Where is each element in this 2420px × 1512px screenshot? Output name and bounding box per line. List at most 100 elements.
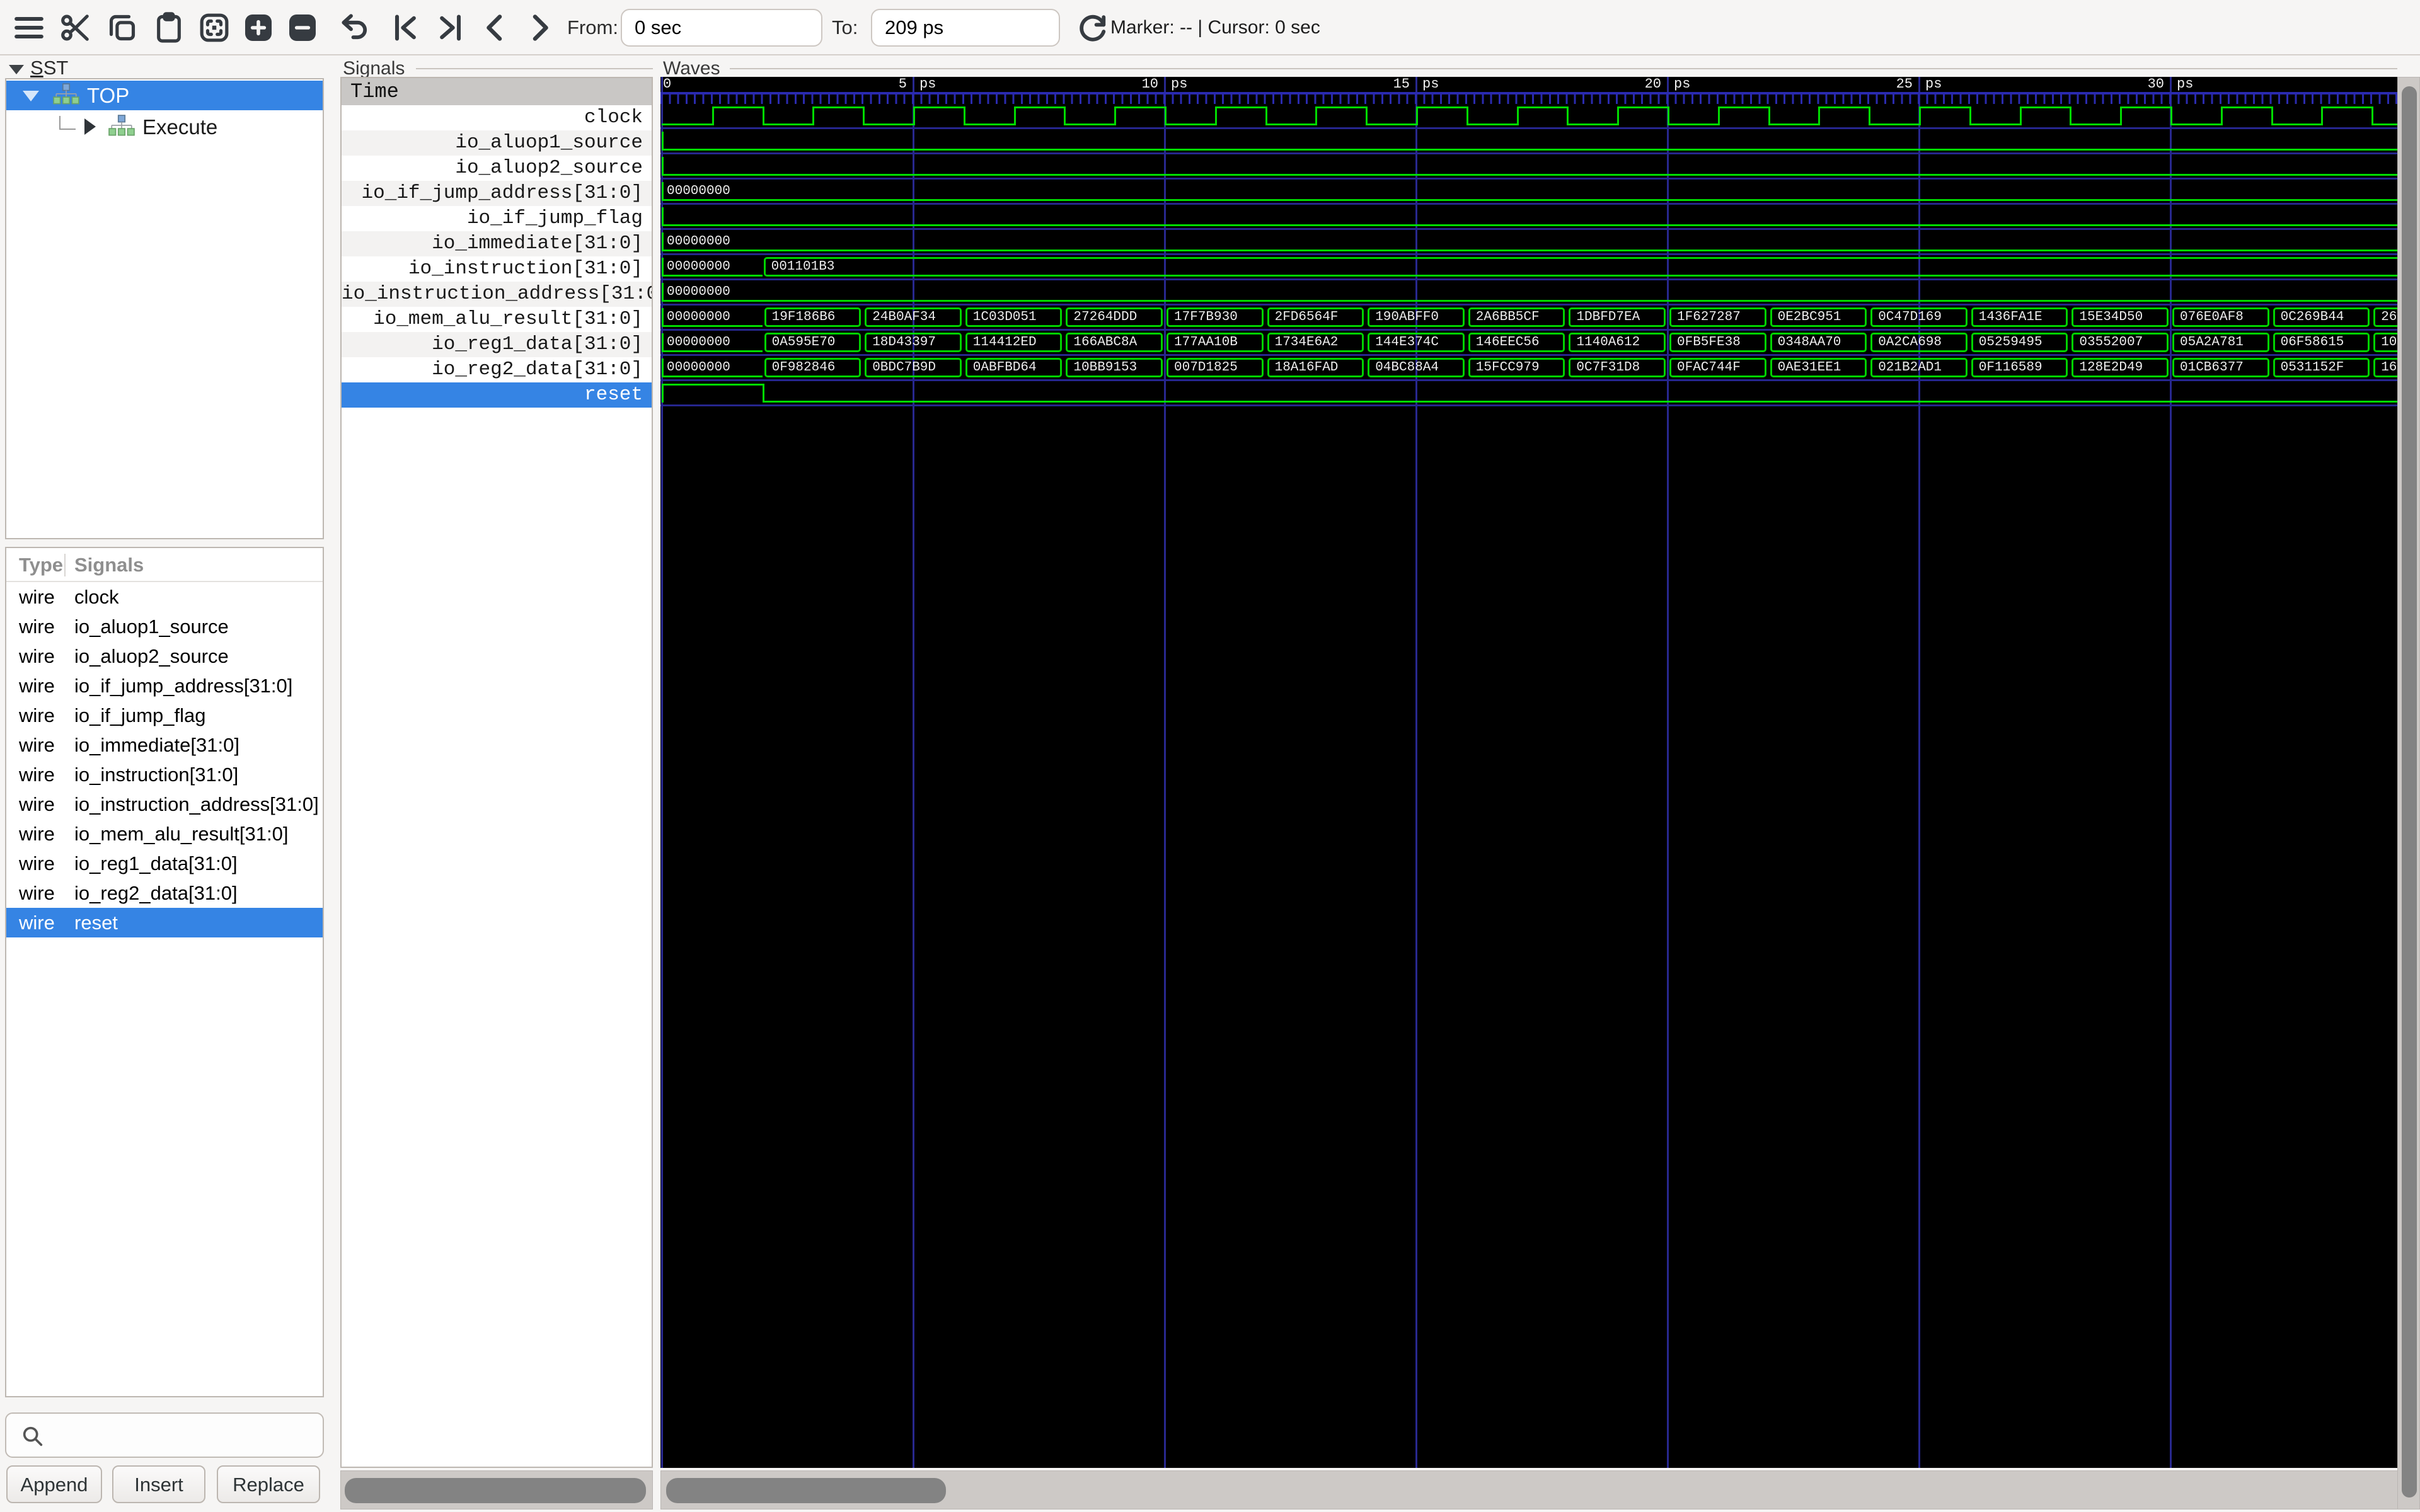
signal-name-cell: io_if_jump_flag bbox=[74, 701, 206, 730]
zoom-out-icon[interactable] bbox=[285, 10, 320, 45]
table-row[interactable]: wirereset bbox=[6, 908, 323, 937]
waves-vscrollbar-thumb[interactable] bbox=[2402, 86, 2417, 1498]
table-row[interactable]: wireio_instruction[31:0] bbox=[6, 760, 323, 789]
wave-edge bbox=[1567, 106, 1569, 125]
table-row[interactable]: wireio_if_jump_address[31:0] bbox=[6, 671, 323, 701]
signal-list-item[interactable]: io_immediate[31:0] bbox=[342, 231, 652, 256]
wave-value-box: 007D1825 bbox=[1167, 358, 1264, 377]
step-left-icon[interactable] bbox=[478, 10, 513, 45]
signal-list-item[interactable]: clock bbox=[342, 105, 652, 130]
sst-expander-icon[interactable] bbox=[9, 65, 24, 74]
signal-list-item[interactable]: io_mem_alu_result[31:0] bbox=[342, 307, 652, 332]
go-start-icon[interactable] bbox=[388, 10, 424, 45]
wave-value-text: 05A2A781 bbox=[2174, 335, 2267, 350]
wave-value-box: 0C47D169 bbox=[1870, 307, 1968, 327]
table-row[interactable]: wireio_aluop2_source bbox=[6, 641, 323, 671]
to-input[interactable] bbox=[871, 9, 1060, 47]
tree-node-label[interactable]: Execute bbox=[142, 112, 217, 142]
wave-value-box: 05259495 bbox=[1971, 333, 2068, 352]
table-row[interactable]: wireio_aluop1_source bbox=[6, 612, 323, 641]
hierarchy-icon bbox=[53, 83, 79, 109]
search-input[interactable] bbox=[52, 1415, 316, 1455]
signal-type-cell: wire bbox=[19, 671, 55, 701]
table-row[interactable]: wireio_instruction_address[31:0] bbox=[6, 789, 323, 819]
paste-icon[interactable] bbox=[151, 10, 187, 45]
wave-value-box: 1F627287 bbox=[1669, 307, 1766, 327]
zoom-fit-icon[interactable] bbox=[197, 10, 232, 45]
tree-node-label[interactable]: TOP bbox=[87, 81, 129, 110]
wave-value-box: 0C269B44 bbox=[2273, 307, 2370, 327]
column-header-signals[interactable]: Signals bbox=[74, 548, 144, 582]
wave-value-text: 01CB6377 bbox=[2174, 360, 2267, 375]
wave-edge bbox=[1366, 106, 1368, 125]
cut-icon[interactable] bbox=[58, 10, 93, 45]
signal-list-item[interactable]: io_reg1_data[31:0] bbox=[342, 332, 652, 357]
signal-name-cell: io_reg1_data[31:0] bbox=[74, 849, 238, 878]
column-divider[interactable] bbox=[64, 554, 66, 576]
signal-list-item[interactable]: io_aluop1_source bbox=[342, 130, 652, 156]
waves-hscrollbar-thumb[interactable] bbox=[666, 1478, 946, 1503]
signals-hscrollbar-track[interactable] bbox=[340, 1470, 653, 1509]
wave-edge bbox=[1064, 106, 1066, 125]
replace-button[interactable]: Replace bbox=[217, 1465, 320, 1503]
wave-row-io_if_jump_flag bbox=[660, 205, 2397, 230]
signal-list-item[interactable]: io_reg2_data[31:0] bbox=[342, 357, 652, 382]
wave-edge bbox=[2170, 106, 2172, 125]
copy-icon[interactable] bbox=[105, 10, 140, 45]
insert-button[interactable]: Insert bbox=[112, 1465, 205, 1503]
zoom-in-icon[interactable] bbox=[241, 10, 276, 45]
sst-tree: TOP Execute bbox=[5, 78, 324, 539]
time-header[interactable]: Time bbox=[342, 78, 652, 105]
signal-type-cell: wire bbox=[19, 760, 55, 789]
wave-value-text: 15E34D50 bbox=[2073, 309, 2167, 325]
waves-hscrollbar-track[interactable] bbox=[660, 1470, 2402, 1509]
timeline-ticks bbox=[660, 94, 2397, 104]
wave-value-box: 19F186B6 bbox=[764, 307, 861, 327]
expander-down-icon[interactable] bbox=[23, 91, 39, 101]
wave-value-box: 0531152F bbox=[2273, 358, 2370, 377]
expander-right-icon[interactable] bbox=[84, 118, 96, 135]
tree-node-execute[interactable]: Execute bbox=[6, 112, 323, 142]
table-row[interactable]: wireio_if_jump_flag bbox=[6, 701, 323, 730]
wave-line bbox=[1919, 106, 1971, 108]
signal-list-item[interactable]: reset bbox=[342, 382, 652, 408]
reload-icon[interactable] bbox=[1075, 10, 1110, 45]
wave-edge bbox=[1969, 106, 1971, 125]
zoom-undo-icon[interactable] bbox=[338, 10, 373, 45]
waves-vscrollbar-track[interactable] bbox=[2397, 77, 2420, 1509]
signal-list-item[interactable]: io_aluop2_source bbox=[342, 156, 652, 181]
signal-list-item[interactable]: io_instruction_address[31:0] bbox=[342, 282, 652, 307]
go-end-icon[interactable] bbox=[432, 10, 468, 45]
wave-edge bbox=[2120, 106, 2122, 125]
wave-edge bbox=[1165, 106, 1167, 125]
signal-list-item[interactable]: io_if_jump_address[31:0] bbox=[342, 181, 652, 206]
wave-edge bbox=[763, 384, 764, 403]
wave-value-text: 128E2D49 bbox=[2073, 360, 2167, 375]
wave-value-text: 144E374C bbox=[1369, 335, 1463, 350]
signals-hscrollbar-thumb[interactable] bbox=[345, 1478, 646, 1503]
append-button[interactable]: Append bbox=[6, 1465, 102, 1503]
wave-edge bbox=[863, 106, 865, 125]
wave-canvas[interactable]: 05ps10ps15ps20ps25ps30ps 000000000000000… bbox=[660, 77, 2397, 1468]
wave-value-box: 0ABFBD64 bbox=[965, 358, 1063, 377]
wave-value-box: 021B2AD1 bbox=[1870, 358, 1968, 377]
wave-value-text: 17F7B930 bbox=[1168, 309, 1262, 325]
step-right-icon[interactable] bbox=[522, 10, 557, 45]
signal-list-item[interactable]: io_if_jump_flag bbox=[342, 206, 652, 231]
table-row[interactable]: wireclock bbox=[6, 582, 323, 612]
menu-icon[interactable] bbox=[11, 10, 47, 45]
wave-line bbox=[1215, 106, 1267, 108]
table-row[interactable]: wireio_mem_alu_result[31:0] bbox=[6, 819, 323, 849]
from-input[interactable] bbox=[621, 9, 822, 47]
toolbar: From: To: Marker: -- | Cursor: 0 sec bbox=[0, 0, 2420, 55]
table-row[interactable]: wireio_immediate[31:0] bbox=[6, 730, 323, 760]
wave-value-text: 00000000 bbox=[667, 258, 730, 276]
column-header-type[interactable]: Type bbox=[19, 548, 63, 582]
tree-node-top[interactable]: TOP bbox=[6, 81, 323, 110]
table-row[interactable]: wireio_reg1_data[31:0] bbox=[6, 849, 323, 878]
table-row[interactable]: wireio_reg2_data[31:0] bbox=[6, 878, 323, 908]
signal-list-item[interactable]: io_instruction[31:0] bbox=[342, 256, 652, 282]
wave-line bbox=[662, 300, 2397, 302]
time-label-25: 25 bbox=[1812, 77, 1913, 92]
wave-value-text: 0A595E70 bbox=[766, 335, 860, 350]
